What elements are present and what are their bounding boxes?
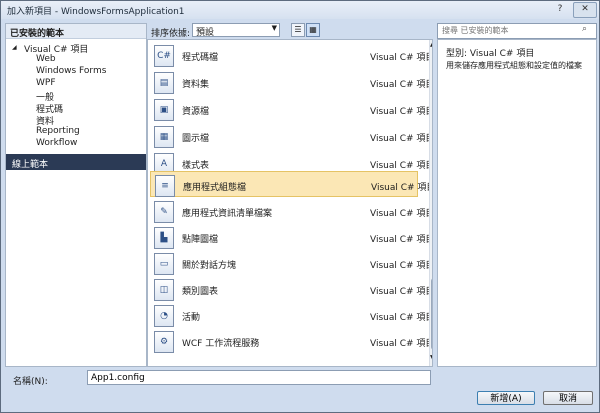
item-type: Visual C# 項目 bbox=[370, 261, 433, 271]
type-label: 型別: bbox=[446, 49, 468, 59]
tree-item-windows-forms[interactable]: Windows Forms bbox=[36, 66, 106, 76]
item-type: Visual C# 項目 bbox=[370, 287, 433, 297]
help-button[interactable]: ? bbox=[551, 2, 569, 16]
item-type: Visual C# 項目 bbox=[370, 235, 433, 245]
resource-file-icon: ▣ bbox=[154, 99, 174, 121]
item-name: 活動 bbox=[182, 313, 201, 323]
search-icon[interactable]: ⌕ bbox=[582, 24, 587, 34]
item-type: Visual C# 項目 bbox=[371, 183, 433, 193]
chevron-down-icon: ▼ bbox=[271, 24, 277, 32]
item-type: Visual C# 項目 bbox=[370, 313, 433, 323]
activity-icon: ◔ bbox=[154, 305, 174, 327]
add-new-item-dialog: 加入新項目 - WindowsFormsApplication1 ? ✕ 已安裝… bbox=[0, 0, 600, 413]
name-field[interactable] bbox=[87, 370, 431, 385]
list-item[interactable]: ▭ 關於對話方塊 Visual C# 項目 bbox=[150, 250, 432, 276]
list-item-selected[interactable]: ≡ 應用程式組態檔 Visual C# 項目 bbox=[150, 171, 432, 197]
search-input[interactable] bbox=[438, 24, 582, 36]
list-view-icon[interactable]: ☰ bbox=[291, 23, 305, 37]
tree-item-web[interactable]: Web bbox=[36, 54, 56, 64]
scroll-up-icon[interactable]: ▲ bbox=[430, 41, 432, 48]
installed-templates-header[interactable]: 已安裝的範本 bbox=[6, 24, 146, 39]
list-item[interactable]: ✎ 應用程式資訊清單檔案 Visual C# 項目 bbox=[150, 198, 432, 224]
item-name: 應用程式資訊清單檔案 bbox=[182, 209, 273, 219]
details-pane: 型別: Visual C# 項目 用來儲存應用程式組態和設定值的檔案 bbox=[437, 39, 597, 367]
tree-item-visual-csharp[interactable]: Visual C# 項目 bbox=[24, 42, 88, 55]
item-type: Visual C# 項目 bbox=[370, 107, 433, 117]
name-label: 名稱(N): bbox=[13, 377, 48, 387]
item-type: Visual C# 項目 bbox=[370, 80, 433, 90]
sort-dropdown[interactable]: 預設 ▼ bbox=[192, 23, 280, 38]
list-item[interactable]: ▣ 資源檔 Visual C# 項目 bbox=[150, 96, 432, 122]
manifest-file-icon: ✎ bbox=[154, 201, 174, 223]
list-item[interactable]: ◫ 類別圖表 Visual C# 項目 bbox=[150, 276, 432, 302]
close-button[interactable]: ✕ bbox=[573, 2, 597, 18]
config-file-icon: ≡ bbox=[155, 175, 175, 197]
item-type: Visual C# 項目 bbox=[370, 209, 433, 219]
about-dialog-icon: ▭ bbox=[154, 253, 174, 275]
title-bar: 加入新項目 - WindowsFormsApplication1 ? ✕ bbox=[1, 1, 599, 19]
scroll-down-icon[interactable]: ▼ bbox=[430, 354, 432, 361]
search-box: ⌕ bbox=[437, 23, 597, 39]
type-row: 型別: Visual C# 項目 bbox=[446, 46, 534, 59]
scrollbar-thumb[interactable] bbox=[431, 278, 432, 350]
item-name: 樣式表 bbox=[182, 161, 210, 171]
list-item[interactable]: ▤ 資料集 Visual C# 項目 bbox=[150, 69, 432, 95]
item-name: 類別圖表 bbox=[182, 287, 219, 297]
sort-value: 預設 bbox=[196, 28, 215, 38]
template-tree-pane: 已安裝的範本 ◢ Visual C# 項目 Web Windows Forms … bbox=[5, 23, 147, 367]
list-item[interactable]: ▙ 點陣圖檔 Visual C# 項目 bbox=[150, 224, 432, 250]
item-name: 關於對話方塊 bbox=[182, 261, 237, 271]
item-description: 用來儲存應用程式組態和設定值的檔案 bbox=[446, 61, 582, 70]
code-file-icon: C# bbox=[154, 45, 174, 67]
icon-file-icon: ▦ bbox=[154, 126, 174, 148]
tree-item-workflow[interactable]: Workflow bbox=[36, 138, 77, 148]
list-item[interactable]: ◔ 活動 Visual C# 項目 bbox=[150, 302, 432, 328]
tree-item-wpf[interactable]: WPF bbox=[36, 78, 56, 88]
add-button[interactable]: 新增(A) bbox=[477, 391, 535, 405]
online-templates-label: 線上範本 bbox=[12, 160, 49, 170]
item-name: 資料集 bbox=[182, 80, 210, 90]
item-name: 圖示檔 bbox=[182, 134, 210, 144]
item-name: 應用程式組態檔 bbox=[183, 183, 247, 193]
expand-caret-icon[interactable]: ◢ bbox=[12, 44, 17, 51]
item-name: 點陣圖檔 bbox=[182, 235, 219, 245]
list-item[interactable]: ▦ 圖示檔 Visual C# 項目 bbox=[150, 123, 432, 149]
sort-toolbar: 排序依據: 預設 ▼ ☰ ▦ bbox=[147, 23, 431, 39]
online-templates-header[interactable]: 線上範本 bbox=[6, 154, 146, 170]
cancel-button[interactable]: 取消 bbox=[543, 391, 593, 405]
list-item[interactable]: ⚙ WCF 工作流程服務 Visual C# 項目 bbox=[150, 328, 432, 354]
item-name: 程式碼檔 bbox=[182, 53, 219, 63]
item-name: WCF 工作流程服務 bbox=[182, 339, 260, 349]
template-list: C# 程式碼檔 Visual C# 項目 ▤ 資料集 Visual C# 項目 … bbox=[147, 39, 433, 367]
window-title: 加入新項目 - WindowsFormsApplication1 bbox=[7, 7, 185, 17]
type-value: Visual C# 項目 bbox=[469, 49, 535, 59]
tree-item-reporting[interactable]: Reporting bbox=[36, 126, 80, 136]
item-name: 資源檔 bbox=[182, 107, 210, 117]
installed-templates-label: 已安裝的範本 bbox=[10, 29, 65, 39]
item-type: Visual C# 項目 bbox=[370, 134, 433, 144]
dataset-icon: ▤ bbox=[154, 72, 174, 94]
list-item[interactable]: C# 程式碼檔 Visual C# 項目 bbox=[150, 42, 432, 68]
class-diagram-icon: ◫ bbox=[154, 279, 174, 301]
detail-view-icon[interactable]: ▦ bbox=[306, 23, 320, 37]
bitmap-icon: ▙ bbox=[154, 227, 174, 249]
wcf-workflow-icon: ⚙ bbox=[154, 331, 174, 353]
item-type: Visual C# 項目 bbox=[370, 161, 433, 171]
item-type: Visual C# 項目 bbox=[370, 339, 433, 349]
sort-label: 排序依據: bbox=[151, 29, 191, 39]
item-type: Visual C# 項目 bbox=[370, 53, 433, 63]
